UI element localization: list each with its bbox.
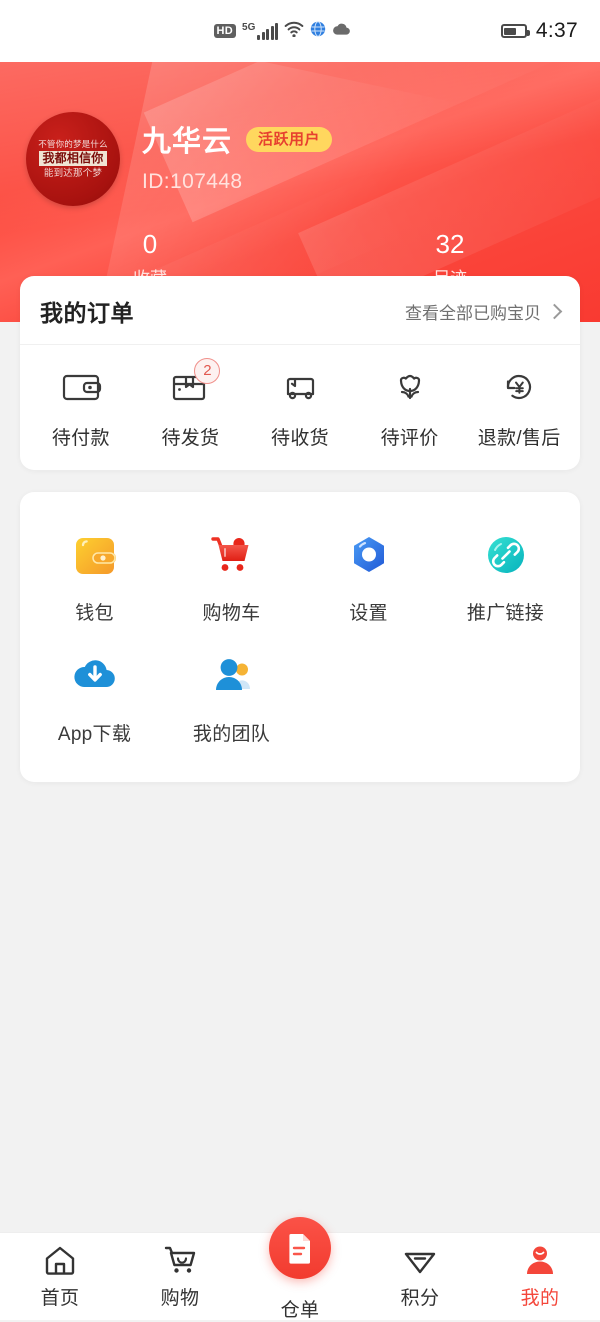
order-item-label: 待收货 [271, 428, 329, 449]
order-item-label: 待付款 [51, 428, 110, 449]
order-item-refund[interactable]: 退款/售后 [464, 367, 574, 450]
order-item-pending-review[interactable]: 待评价 [355, 367, 465, 450]
menu-item-label: App下载 [57, 724, 132, 745]
nav-item-label: 我的 [520, 1288, 560, 1309]
stat-value: 0 [142, 229, 158, 259]
order-badge-count: 2 [194, 358, 221, 384]
bottom-navigation: 首页 购物 仓单 积分 我的 [0, 1217, 600, 1322]
order-item-pending-payment[interactable]: 待付款 [26, 367, 136, 450]
status-bar: HD 5G 4:37 [0, 0, 600, 62]
menu-grid-empty [437, 635, 574, 756]
menu-item-wallet[interactable]: 钱包 [26, 514, 163, 635]
nav-item-warehouse-receipt[interactable]: 仓单 [240, 1217, 360, 1322]
view-all-orders-label: 查看全部已购宝贝 [405, 303, 541, 323]
avatar-line-1: 不管你的梦是什么 [38, 139, 108, 149]
hd-icon: HD [213, 24, 237, 38]
avatar-line-2: 我都相信你 [39, 151, 107, 166]
nav-item-label: 仓单 [280, 1300, 320, 1321]
order-item-label: 待评价 [380, 428, 439, 449]
username: 九华云 [142, 126, 233, 158]
refund-yen-icon [496, 367, 542, 407]
username-row: 九华云 活跃用户 [142, 118, 333, 160]
team-icon [204, 649, 260, 705]
wallet-outline-icon [58, 367, 104, 407]
menu-grid-card: 钱包 购物车 设置 推广链接 App下载 我的团队 [20, 492, 580, 782]
menu-item-my-team[interactable]: 我的团队 [163, 635, 300, 756]
nav-item-shopping[interactable]: 购物 [120, 1233, 240, 1310]
menu-item-shopping-cart[interactable]: 购物车 [163, 514, 300, 635]
stat-value: 32 [435, 229, 465, 259]
orders-card: 我的订单 查看全部已购宝贝 待付款 2 待发货 待收货 待评价 退款/售后 [20, 276, 580, 470]
nav-item-home[interactable]: 首页 [0, 1233, 120, 1310]
nav-item-label: 首页 [40, 1288, 80, 1309]
flower-outline-icon [387, 367, 433, 407]
cart-icon [162, 1243, 198, 1277]
nav-item-points[interactable]: 积分 [360, 1233, 480, 1310]
person-icon [522, 1243, 558, 1277]
view-all-orders-button[interactable]: 查看全部已购宝贝 [405, 299, 563, 324]
order-item-pending-shipment[interactable]: 2 待发货 [136, 358, 246, 450]
menu-item-label: 购物车 [202, 603, 261, 624]
menu-grid-empty [300, 635, 437, 756]
menu-item-settings[interactable]: 设置 [300, 514, 437, 635]
settings-hex-icon [341, 528, 397, 584]
shopping-cart-icon [204, 528, 260, 584]
home-icon [42, 1243, 78, 1277]
profile-info: 九华云 活跃用户 ID:107448 [142, 112, 333, 194]
status-bar-indicators: HD 5G [98, 20, 467, 42]
page-title: 我的订单 [40, 300, 134, 326]
chevron-right-icon [546, 303, 563, 319]
menu-item-label: 我的团队 [192, 724, 271, 745]
order-item-label: 退款/售后 [477, 428, 561, 449]
globe-icon [310, 20, 326, 42]
signal-bars-icon [257, 22, 279, 40]
menu-item-label: 设置 [349, 603, 388, 624]
diamond-icon [402, 1243, 438, 1277]
menu-item-promo-link[interactable]: 推广链接 [437, 514, 574, 635]
cloud-download-icon [67, 649, 123, 705]
nav-item-label: 积分 [400, 1288, 440, 1309]
truck-outline-icon [277, 367, 323, 407]
avatar[interactable]: 不管你的梦是什么 我都相信你 能到达那个梦 [26, 112, 120, 206]
nav-item-profile[interactable]: 我的 [480, 1233, 600, 1310]
order-status-row: 待付款 2 待发货 待收货 待评价 退款/售后 [20, 345, 580, 456]
wallet-icon [67, 528, 123, 584]
cloud-icon [332, 22, 351, 41]
avatar-line-3: 能到达那个梦 [43, 168, 103, 179]
user-id: ID:107448 [142, 170, 243, 193]
order-item-label: 待发货 [161, 428, 220, 449]
menu-grid-row-1: 钱包 购物车 设置 推广链接 [26, 514, 574, 635]
clock: 4:37 [535, 19, 578, 42]
menu-item-label: 推广链接 [466, 603, 545, 624]
signal-icon: 5G [242, 22, 279, 40]
nav-item-label: 购物 [160, 1288, 200, 1309]
status-bar-right: 4:37 [500, 19, 578, 43]
wifi-icon [284, 21, 304, 42]
link-icon [478, 528, 534, 584]
menu-grid-row-2: App下载 我的团队 [26, 635, 574, 756]
battery-icon [500, 24, 530, 38]
status-badge: 活跃用户 [246, 126, 333, 152]
profile-block: 不管你的梦是什么 我都相信你 能到达那个梦 九华云 活跃用户 ID:107448 [0, 62, 600, 206]
orders-card-header: 我的订单 查看全部已购宝贝 [20, 276, 580, 345]
document-icon[interactable] [269, 1217, 331, 1279]
menu-item-label: 钱包 [75, 603, 114, 624]
order-item-pending-receipt[interactable]: 待收货 [245, 367, 355, 450]
menu-item-app-download[interactable]: App下载 [26, 635, 163, 756]
